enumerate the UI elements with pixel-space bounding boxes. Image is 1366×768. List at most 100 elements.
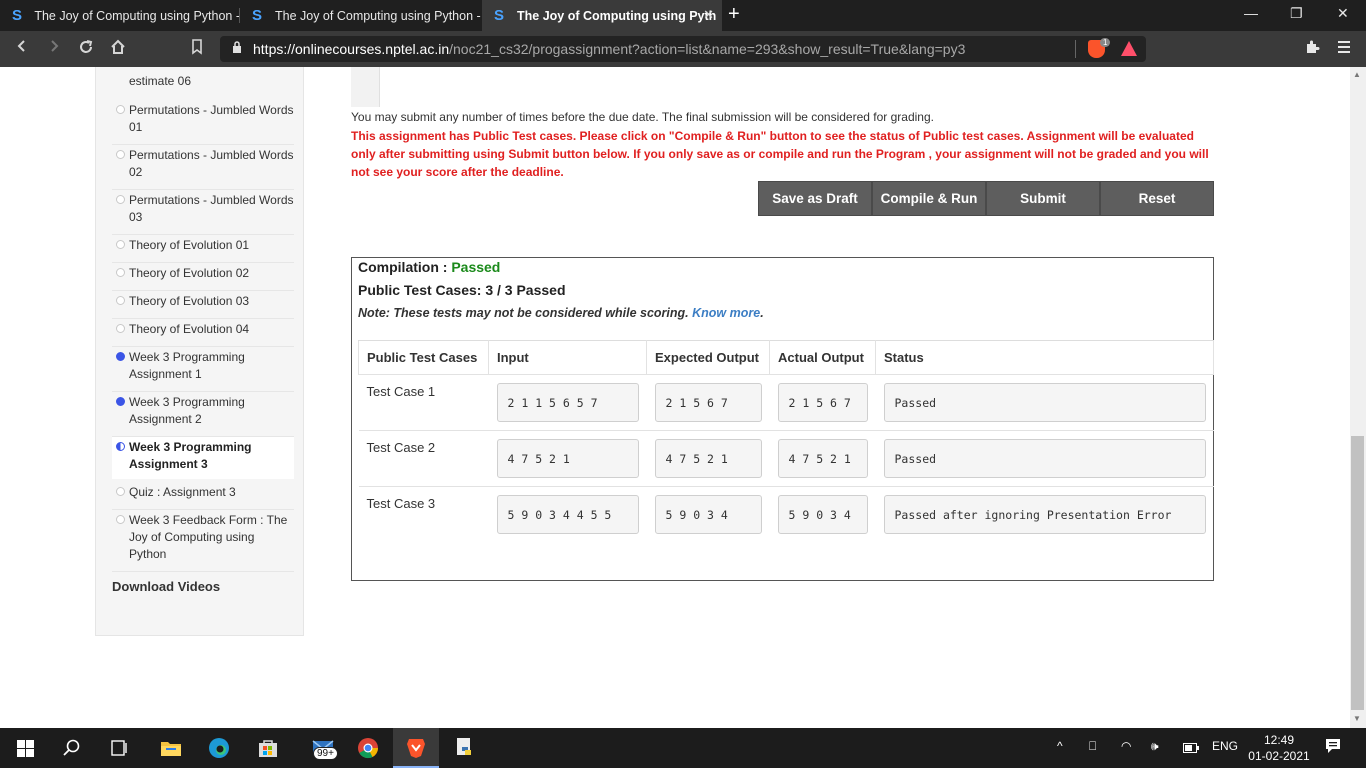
sidebar-item-week3-feedback[interactable]: Week 3 Feedback Form : The Joy of Comput… <box>112 510 294 572</box>
expected-output-value[interactable]: 4 7 5 2 1 <box>654 439 762 478</box>
sidebar-item-label: Theory of Evolution 03 <box>129 294 250 308</box>
test-case-name: Test Case 2 <box>358 430 489 487</box>
bookmark-icon[interactable] <box>191 39 203 60</box>
know-more-link[interactable]: Know more <box>692 306 760 320</box>
status-cell: Passed <box>875 374 1214 431</box>
unvisited-status-icon <box>116 296 125 305</box>
windows-start-icon[interactable] <box>16 736 34 760</box>
show-hidden-icons-icon[interactable]: ^ <box>1057 739 1063 753</box>
input-cell: 2 1 1 5 6 5 7 <box>488 374 647 431</box>
status-cell: Passed <box>875 430 1214 487</box>
submission-note: You may submit any number of times befor… <box>351 110 934 124</box>
sidebar-item-evolution-03[interactable]: Theory of Evolution 03 <box>112 291 294 319</box>
expected-output-cell: 4 7 5 2 1 <box>646 430 770 487</box>
sidebar-item-jumbled-words-01[interactable]: Permutations - Jumbled Words 01 <box>112 100 294 145</box>
column-header: Expected Output <box>646 340 770 375</box>
save-draft-button[interactable]: Save as Draft <box>758 181 872 216</box>
expected-output-cell: 5 9 0 3 4 <box>646 486 770 543</box>
scrollbar-thumb[interactable] <box>1351 436 1364 710</box>
python-idle-icon[interactable] <box>453 736 477 760</box>
table-row: Test Case 3 5 9 0 3 4 4 5 5 5 9 0 3 4 5 … <box>358 486 1214 543</box>
actual-output-value[interactable]: 4 7 5 2 1 <box>777 439 868 478</box>
new-tab-button[interactable]: + <box>728 3 740 26</box>
input-value[interactable]: 4 7 5 2 1 <box>496 439 639 478</box>
reset-button[interactable]: Reset <box>1100 181 1214 216</box>
scoring-note: Note: These tests may not be considered … <box>358 306 764 320</box>
actual-output-value[interactable]: 5 9 0 3 4 <box>777 495 868 534</box>
scroll-up-arrow-icon[interactable]: ▲ <box>1353 70 1361 79</box>
wifi-icon[interactable]: ◠ <box>1121 739 1131 753</box>
input-value[interactable]: 5 9 0 3 4 4 5 5 <box>496 495 639 534</box>
sidebar-item-jumbled-words-02[interactable]: Permutations - Jumbled Words 02 <box>112 145 294 190</box>
browser-tab-strip: S The Joy of Computing using Python - S … <box>0 0 1366 31</box>
search-icon[interactable] <box>62 736 82 760</box>
notifications-icon[interactable] <box>1325 738 1341 757</box>
test-case-name: Test Case 1 <box>358 374 489 431</box>
sidebar-item-evolution-04[interactable]: Theory of Evolution 04 <box>112 319 294 347</box>
bat-icon[interactable] <box>1121 41 1137 56</box>
unvisited-status-icon <box>116 195 125 204</box>
forward-icon[interactable] <box>47 39 61 58</box>
restore-icon[interactable]: ❐ <box>1290 5 1303 22</box>
download-videos-link[interactable]: Download Videos <box>112 579 220 594</box>
browser-tab-2[interactable]: S The Joy of Computing using Python - <box>240 0 482 31</box>
meet-now-icon[interactable]: ⎕ <box>1089 739 1096 754</box>
input-language-indicator[interactable]: ENG <box>1212 739 1238 753</box>
scoring-note-text: Note: These tests may not be considered … <box>358 306 689 320</box>
sidebar-item-jumbled-words-03[interactable]: Permutations - Jumbled Words 03 <box>112 190 294 235</box>
extensions-icon[interactable] <box>1304 39 1320 60</box>
sidebar-item-week3-assignment-1[interactable]: Week 3 Programming Assignment 1 <box>112 347 294 392</box>
close-tab-icon[interactable]: ✕ <box>703 7 714 23</box>
microsoft-store-icon[interactable] <box>257 736 279 760</box>
address-bar-divider <box>1075 40 1076 58</box>
edge-browser-icon[interactable] <box>207 736 231 760</box>
address-bar[interactable]: https://onlinecourses.nptel.ac.in/noc21_… <box>220 36 1146 62</box>
sidebar-item-quiz-3[interactable]: Quiz : Assignment 3 <box>112 482 294 510</box>
browser-tab-1[interactable]: S The Joy of Computing using Python - <box>0 0 240 31</box>
scroll-down-arrow-icon[interactable]: ▼ <box>1353 714 1361 723</box>
input-cell: 4 7 5 2 1 <box>488 430 647 487</box>
status-value[interactable]: Passed <box>883 383 1206 422</box>
tab-title: The Joy of Computing using Python - <box>34 8 240 23</box>
sidebar-item-cut-label: estimate 06 <box>129 74 192 88</box>
unvisited-status-icon <box>116 105 125 114</box>
home-icon[interactable] <box>110 39 126 60</box>
sidebar-item-evolution-02[interactable]: Theory of Evolution 02 <box>112 263 294 291</box>
status-value[interactable]: Passed after ignoring Presentation Error <box>883 495 1206 534</box>
expected-output-value[interactable]: 2 1 5 6 7 <box>654 383 762 422</box>
submit-button[interactable]: Submit <box>986 181 1100 216</box>
unvisited-status-icon <box>116 150 125 159</box>
tab-title: The Joy of Computing using Pyth <box>517 8 717 23</box>
sidebar-item-label: Quiz : Assignment 3 <box>129 485 236 499</box>
actual-output-value[interactable]: 2 1 5 6 7 <box>777 383 868 422</box>
url-text: https://onlinecourses.nptel.ac.in/noc21_… <box>253 41 965 57</box>
back-icon[interactable] <box>15 39 29 58</box>
reload-icon[interactable] <box>78 39 94 60</box>
sidebar-item-label: Permutations - Jumbled Words 02 <box>129 148 294 179</box>
file-explorer-icon[interactable] <box>159 736 183 760</box>
expected-output-value[interactable]: 5 9 0 3 4 <box>654 495 762 534</box>
sidebar-item-week3-assignment-3[interactable]: Week 3 Programming Assignment 3 <box>112 437 294 479</box>
page-content: estimate 06 Permutations - Jumbled Words… <box>0 67 1350 728</box>
sidebar-item-label: Theory of Evolution 04 <box>129 322 250 336</box>
battery-icon[interactable] <box>1183 742 1199 756</box>
status-value[interactable]: Passed <box>883 439 1206 478</box>
browser-tab-3-active[interactable]: S The Joy of Computing using Pyth ✕ <box>482 0 722 31</box>
brave-browser-icon[interactable] <box>405 736 427 760</box>
close-window-icon[interactable]: ✕ <box>1337 5 1349 22</box>
evaluation-result-panel: Compilation : Passed Public Test Cases: … <box>351 257 1214 581</box>
minimize-icon[interactable]: — <box>1244 5 1258 21</box>
input-value[interactable]: 2 1 1 5 6 5 7 <box>496 383 639 422</box>
public-test-summary: Public Test Cases: 3 / 3 Passed <box>358 282 566 298</box>
sidebar-item-evolution-01[interactable]: Theory of Evolution 01 <box>112 235 294 263</box>
volume-icon[interactable]: 🕪 <box>1151 739 1159 754</box>
chrome-icon[interactable] <box>356 736 380 760</box>
menu-icon[interactable] <box>1338 40 1350 59</box>
task-view-icon[interactable] <box>110 736 130 760</box>
compile-run-button[interactable]: Compile & Run <box>872 181 986 216</box>
system-clock[interactable]: 12:49 01-02-2021 <box>1248 732 1310 764</box>
clock-date: 01-02-2021 <box>1248 749 1310 763</box>
unvisited-status-icon <box>116 487 125 496</box>
sidebar-item-label: Permutations - Jumbled Words 03 <box>129 193 294 224</box>
sidebar-item-week3-assignment-2[interactable]: Week 3 Programming Assignment 2 <box>112 392 294 437</box>
